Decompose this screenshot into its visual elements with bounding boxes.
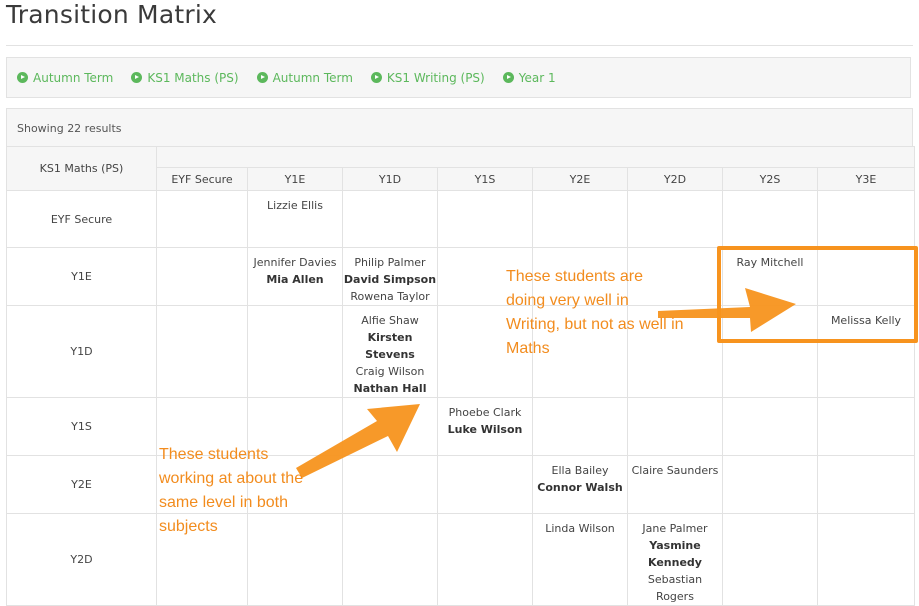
student-name[interactable]: Yasmine Kennedy bbox=[629, 537, 722, 571]
student-name[interactable]: David Simpson bbox=[344, 271, 437, 288]
matrix-cell bbox=[437, 513, 533, 606]
matrix-cell: Phoebe Clark Luke Wilson bbox=[437, 397, 533, 456]
student-name[interactable]: Mia Allen bbox=[249, 271, 342, 288]
table-row: EYF Secure Lizzie Ellis bbox=[6, 190, 915, 248]
row-header: Y1E bbox=[6, 247, 157, 306]
page-title: Transition Matrix bbox=[6, 0, 217, 29]
transition-matrix-table: KS1 Maths (PS) EYF Secure Y1E Y1D Y1S Y2E Y2D Y… bbox=[6, 146, 915, 606]
breadcrumb-item[interactable]: Autumn Term bbox=[17, 71, 113, 85]
student-name[interactable]: Nathan Hall bbox=[344, 380, 437, 397]
matrix-cell bbox=[722, 397, 818, 456]
breadcrumb-label: Autumn Term bbox=[272, 70, 353, 85]
play-circle-icon bbox=[131, 72, 143, 83]
highlight-box bbox=[717, 246, 918, 343]
table-row: Y1S Phoebe Clark Luke Wilson bbox=[6, 397, 915, 456]
breadcrumb-item[interactable]: Year 1 bbox=[502, 70, 556, 85]
matrix-cell bbox=[342, 513, 438, 606]
breadcrumb: Autumn Term KS1 Maths (PS) Autumn Term KS1 … bbox=[6, 57, 911, 98]
row-header: Y2E bbox=[6, 455, 157, 514]
row-header: Y1S bbox=[6, 397, 157, 456]
matrix-cell bbox=[817, 455, 915, 514]
column-header: Y1D bbox=[342, 167, 438, 191]
student-name[interactable]: Kirsten Stevens bbox=[344, 329, 437, 363]
student-name[interactable]: Rowena Taylor bbox=[344, 288, 437, 305]
matrix-cell bbox=[817, 397, 915, 456]
matrix-cell: Philip Palmer David Simpson Rowena Taylor bbox=[342, 247, 438, 306]
column-header: Y1E bbox=[247, 167, 343, 191]
matrix-cell: Claire Saunders bbox=[627, 455, 723, 514]
matrix-cell bbox=[722, 455, 818, 514]
student-name[interactable]: Jane Palmer bbox=[629, 520, 722, 537]
row-header: Y1D bbox=[6, 305, 157, 398]
student-name[interactable]: Jennifer Davies bbox=[249, 254, 342, 271]
student-name[interactable]: Craig Wilson bbox=[344, 363, 437, 380]
student-name[interactable]: Philip Palmer bbox=[344, 254, 437, 271]
matrix-cell bbox=[156, 247, 248, 306]
annotation-left: These students working at about the same… bbox=[159, 446, 304, 535]
matrix-cell: Ella Bailey Connor Walsh bbox=[532, 455, 628, 514]
annotation-right: These students are doing very well in Wr… bbox=[506, 268, 684, 357]
play-circle-icon bbox=[256, 72, 268, 83]
matrix-cell bbox=[342, 455, 438, 514]
table-row: Y2E Ella Bailey Connor Walsh Claire Saunder… bbox=[6, 455, 915, 514]
breadcrumb-item[interactable]: KS1 Writing (PS) bbox=[370, 70, 485, 85]
matrix-cell bbox=[627, 190, 723, 248]
breadcrumb-item[interactable]: KS1 Maths (PS) bbox=[131, 70, 239, 85]
breadcrumb-item[interactable]: Autumn Term bbox=[256, 70, 353, 85]
matrix-cell bbox=[817, 513, 915, 606]
title-divider bbox=[6, 45, 913, 46]
matrix-corner-label: KS1 Maths (PS) bbox=[6, 146, 157, 191]
table-row: Y2D Linda Wilson Jane Palmer Yasmine Kenned… bbox=[6, 513, 915, 606]
play-circle-icon bbox=[17, 72, 28, 83]
matrix-cell bbox=[156, 305, 248, 398]
matrix-cell: Jane Palmer Yasmine Kennedy Sebastian Roge… bbox=[627, 513, 723, 606]
matrix-cell bbox=[532, 190, 628, 248]
column-header: Y2D bbox=[627, 167, 723, 191]
matrix-cell: Linda Wilson bbox=[532, 513, 628, 606]
matrix-cell bbox=[627, 397, 723, 456]
student-name[interactable]: Ella Bailey bbox=[534, 462, 627, 479]
column-header: Y1S bbox=[437, 167, 533, 191]
breadcrumb-label: Year 1 bbox=[518, 70, 556, 85]
row-header: EYF Secure bbox=[6, 190, 157, 248]
matrix-cell bbox=[817, 190, 915, 248]
matrix-cell: Lizzie Ellis bbox=[247, 190, 343, 248]
breadcrumb-label: KS1 Maths (PS) bbox=[147, 70, 239, 85]
matrix-cell: Alfie Shaw Kirsten Stevens Craig Wilson Nat… bbox=[342, 305, 438, 398]
column-header: Y3E bbox=[817, 167, 915, 191]
row-header: Y2D bbox=[6, 513, 157, 606]
matrix-cell: Jennifer Davies Mia Allen bbox=[247, 247, 343, 306]
student-name[interactable]: Linda Wilson bbox=[534, 520, 627, 537]
column-header: Y2S bbox=[722, 167, 818, 191]
matrix-cell bbox=[532, 397, 628, 456]
student-name[interactable]: Connor Walsh bbox=[534, 479, 627, 496]
matrix-cell bbox=[156, 190, 248, 248]
matrix-cell bbox=[722, 190, 818, 248]
matrix-cell bbox=[722, 513, 818, 606]
column-header: Y2E bbox=[532, 167, 628, 191]
student-name[interactable]: Lizzie Ellis bbox=[249, 197, 342, 214]
matrix-cell bbox=[342, 190, 438, 248]
student-name[interactable]: Phoebe Clark bbox=[439, 404, 532, 421]
student-name[interactable]: Alfie Shaw bbox=[344, 312, 437, 329]
column-group-header bbox=[156, 146, 915, 168]
matrix-cell bbox=[437, 190, 533, 248]
matrix-cell bbox=[437, 455, 533, 514]
breadcrumb-label: KS1 Writing (PS) bbox=[386, 70, 485, 85]
play-circle-icon bbox=[370, 72, 382, 83]
column-header: EYF Secure bbox=[156, 167, 248, 191]
play-circle-icon bbox=[502, 72, 514, 83]
student-name[interactable]: Luke Wilson bbox=[439, 421, 532, 438]
matrix-cell bbox=[342, 397, 438, 456]
results-count: Showing 22 results bbox=[6, 108, 913, 146]
student-name[interactable]: Claire Saunders bbox=[629, 462, 722, 479]
breadcrumb-label: Autumn Term bbox=[33, 70, 114, 85]
student-name[interactable]: Sebastian Rogers bbox=[629, 571, 722, 605]
matrix-cell bbox=[247, 305, 343, 398]
